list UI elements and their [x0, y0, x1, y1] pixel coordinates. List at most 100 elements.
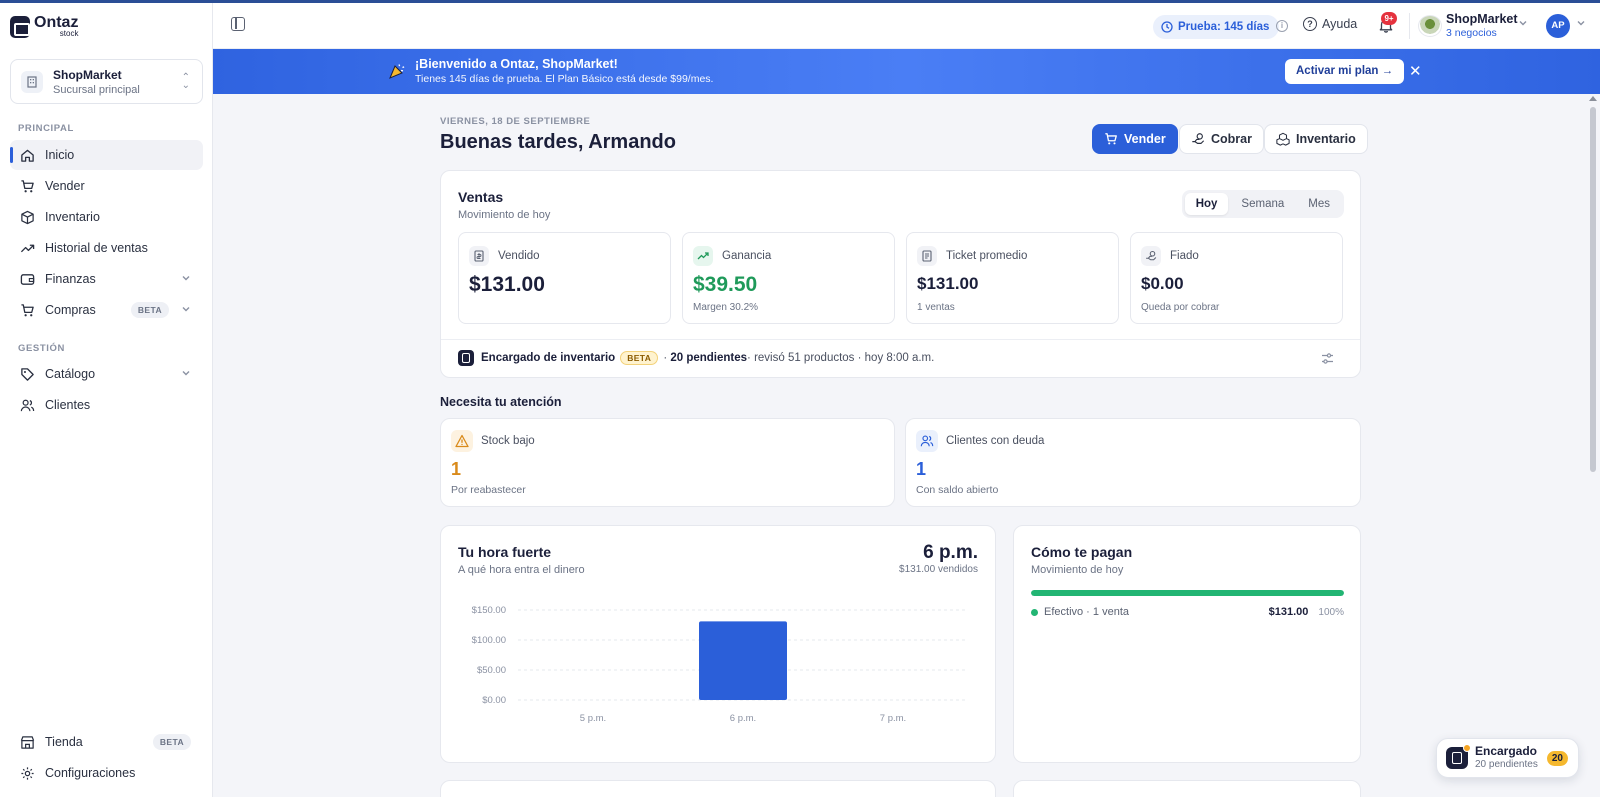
- chevron-down-icon: [181, 272, 191, 286]
- help-button[interactable]: ? Ayuda: [1303, 17, 1357, 31]
- y-tick-label: $150.00: [472, 605, 506, 616]
- divider: [1409, 13, 1410, 39]
- alert-note: Por reabastecer: [451, 484, 526, 496]
- charge-button-label: Cobrar: [1211, 132, 1252, 146]
- stat-value: $131.00: [917, 274, 979, 293]
- payment-share-bar: [1031, 590, 1344, 596]
- sidebar-item-label: Historial de ventas: [45, 241, 148, 255]
- stat-value: $0.00: [1141, 274, 1184, 293]
- sidebar-item-vender[interactable]: Vender: [10, 171, 203, 201]
- scroll-up-arrow-icon[interactable]: [1589, 96, 1597, 101]
- period-hoy[interactable]: Hoy: [1184, 193, 1229, 215]
- branch-sub: Sucursal principal: [53, 83, 140, 96]
- stat-note: Margen 30.2%: [693, 302, 759, 313]
- sidebar-item-inventario[interactable]: Inventario: [10, 202, 203, 232]
- trial-pill[interactable]: Prueba: 145 días: [1153, 15, 1280, 39]
- payment-amount: $131.00: [1268, 606, 1309, 618]
- sliders-icon[interactable]: [1321, 352, 1334, 365]
- sidebar-item-label: Catálogo: [45, 367, 96, 381]
- sidebar-toggle-icon[interactable]: [231, 17, 245, 31]
- chart-bar[interactable]: [699, 621, 787, 700]
- box-icon: [19, 209, 35, 225]
- sidebar-item-configuraciones[interactable]: Configuraciones: [10, 758, 203, 788]
- alert-label: Stock bajo: [481, 435, 535, 447]
- sidebar-item-finanzas[interactable]: Finanzas: [10, 264, 203, 294]
- trend-up-icon: [693, 246, 713, 266]
- scrollbar[interactable]: [1589, 96, 1597, 797]
- clipboard-icon: [458, 350, 474, 366]
- beta-badge: BETA: [130, 302, 169, 318]
- sales-card: Ventas Movimiento de hoy Hoy Semana Mes …: [440, 170, 1361, 378]
- business-name[interactable]: ShopMarket: [1446, 12, 1518, 26]
- inventory-manager-row[interactable]: Encargado de inventario BETA · 20 pendie…: [441, 339, 1360, 376]
- sidebar-item-label: Inicio: [45, 148, 75, 162]
- business-avatar[interactable]: [1418, 15, 1442, 37]
- peak-hour-chart: $0.00 $50.00 $100.00 $150.00 5 p.m. 6 p.m. 7 p…: [472, 605, 968, 724]
- clock-icon: [1161, 21, 1173, 33]
- next-card-right: [1013, 780, 1361, 797]
- stat-card-vendido[interactable]: Vendido $131.00: [458, 232, 671, 324]
- chevron-down-icon[interactable]: [1576, 18, 1586, 31]
- low-stock-card[interactable]: Stock bajo 1 Por reabastecer: [440, 418, 895, 507]
- inventory-manager-chip[interactable]: Encargado 20 pendientes 20: [1436, 738, 1579, 778]
- document-icon: [917, 246, 937, 266]
- scroll-thumb[interactable]: [1590, 107, 1596, 472]
- cart-icon: [1105, 133, 1117, 145]
- next-card-left: [440, 780, 996, 797]
- payments-card: Cómo te pagan Movimiento de hoy Efectivo…: [1013, 525, 1361, 763]
- logo-icon: [10, 15, 30, 38]
- sidebar-item-label: Vender: [45, 179, 85, 193]
- payments-subtitle: Movimiento de hoy: [1031, 564, 1124, 576]
- sidebar-item-historial[interactable]: Historial de ventas: [10, 233, 203, 263]
- sidebar-item-label: Clientes: [45, 398, 91, 412]
- manager-detail: · revisó 51 productos · hoy 8:00 a.m.: [747, 352, 935, 364]
- stat-card-ticket[interactable]: Ticket promedio $131.00 1 ventas: [906, 232, 1119, 324]
- party-icon: [389, 64, 405, 79]
- wallet-icon: [19, 271, 35, 287]
- sidebar-item-tienda[interactable]: Tienda BETA: [10, 727, 203, 757]
- cart-icon: [19, 178, 35, 194]
- payments-title: Cómo te pagan: [1031, 544, 1133, 560]
- payment-share-fill: [1031, 590, 1344, 596]
- activate-plan-button[interactable]: Activar mi plan →: [1285, 59, 1405, 84]
- sidebar-item-catalogo[interactable]: Catálogo: [10, 359, 203, 389]
- sell-button-label: Vender: [1124, 132, 1166, 146]
- period-semana[interactable]: Semana: [1230, 193, 1295, 215]
- stat-label: Ticket promedio: [946, 250, 1028, 262]
- sell-button[interactable]: Vender: [1092, 124, 1178, 154]
- stat-value: $39.50: [693, 273, 758, 296]
- user-avatar[interactable]: AP: [1546, 14, 1570, 38]
- payment-method-row[interactable]: Efectivo · 1 venta $131.00 100%: [1031, 606, 1344, 618]
- inventory-button[interactable]: Inventario: [1264, 124, 1368, 154]
- sidebar-item-inicio[interactable]: Inicio: [10, 140, 203, 170]
- info-icon[interactable]: i: [1276, 20, 1288, 32]
- sidebar-item-compras[interactable]: Compras BETA: [10, 295, 203, 325]
- stat-label: Fiado: [1170, 250, 1199, 262]
- chevron-down-icon[interactable]: [1518, 18, 1528, 31]
- top-bar: Prueba: 145 días i ? Ayuda 9+ ShopMarket…: [213, 3, 1600, 49]
- trial-text: Prueba: 145 días: [1178, 21, 1270, 33]
- sidebar-item-clientes[interactable]: Clientes: [10, 390, 203, 420]
- manager-title: Encargado de inventario: [481, 352, 616, 364]
- close-icon[interactable]: ✕: [1409, 62, 1422, 80]
- sidebar-item-label: Finanzas: [45, 272, 96, 286]
- branch-selector[interactable]: ShopMarket Sucursal principal ⌃ ⌄: [10, 59, 203, 104]
- charge-button[interactable]: Cobrar: [1179, 124, 1264, 154]
- alert-value: 1: [451, 459, 462, 479]
- gear-icon: [19, 765, 35, 781]
- alert-label: Clientes con deuda: [946, 435, 1045, 447]
- stat-label: Ganancia: [722, 250, 772, 262]
- sidebar: Ontaz stock ShopMarket Sucursal principa…: [0, 3, 213, 797]
- manager-pending: 20 pendientes: [670, 352, 748, 364]
- peak-note: $131.00 vendidos: [899, 564, 978, 575]
- app-logo[interactable]: Ontaz stock: [10, 15, 78, 38]
- notification-badge: 9+: [1381, 12, 1397, 25]
- period-mes[interactable]: Mes: [1297, 193, 1341, 215]
- debt-clients-card[interactable]: Clientes con deuda 1 Con saldo abierto: [905, 418, 1361, 507]
- hand-coin-icon: [1192, 133, 1205, 144]
- stat-card-ganancia[interactable]: Ganancia $39.50 Margen 30.2%: [682, 232, 895, 324]
- legend-dot: [1031, 608, 1038, 616]
- business-count[interactable]: 3 negocios: [1446, 27, 1497, 39]
- stat-card-fiado[interactable]: Fiado $0.00 Queda por cobrar: [1130, 232, 1343, 324]
- date-label: VIERNES, 18 DE SEPTIEMBRE: [440, 116, 591, 127]
